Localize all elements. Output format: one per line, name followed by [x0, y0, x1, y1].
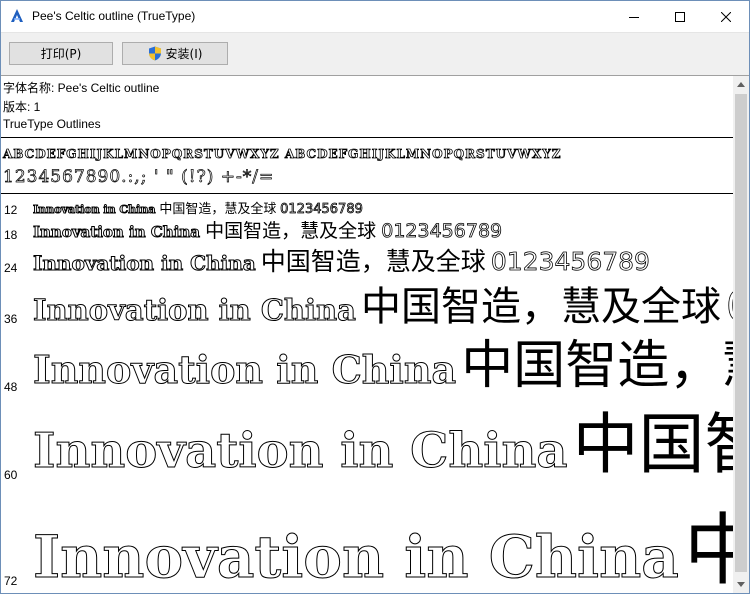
sample-digits: 0123456789 — [490, 247, 651, 276]
sample-row: 12 Innovation in China 中国智造，慧及全球 0123456… — [1, 200, 733, 220]
font-viewer-window: Pee's Celtic outline (TrueType) 打印(P) 安装… — [0, 0, 750, 594]
close-icon — [721, 11, 731, 22]
sample-size-label: 60 — [4, 468, 18, 482]
sample-size-label: 48 — [4, 380, 18, 394]
divider — [1, 193, 733, 194]
sample-text: Innovation in China 中国智造，慧及全球 0123456789 — [32, 340, 733, 392]
sample-row: 48 Innovation in China 中国智造，慧及全球 0123456… — [1, 334, 733, 404]
print-button-label: 打印(P) — [40, 47, 82, 61]
sample-text: Innovation in China 中国智造，慧及全球 0123456789 — [33, 247, 651, 276]
sample-latin: Innovation in China — [32, 223, 201, 241]
sample-size-label: 12 — [4, 203, 18, 217]
divider — [1, 137, 733, 138]
uac-shield-icon — [148, 46, 161, 61]
font-preview-area: 字体名称: Pee's Celtic outline 版本: 1 TrueTyp… — [1, 76, 733, 595]
vertical-scrollbar[interactable] — [733, 76, 749, 593]
sample-cjk: 中国智造，慧及全球 — [683, 506, 733, 595]
sample-text: Innovation in China 中国智造，慧及全球 0123456789 — [33, 284, 733, 330]
chevron-up-icon — [737, 82, 745, 87]
charset-digits: 1234567890.:,; ' " (!?) +-*/= — [3, 167, 275, 188]
scroll-up-button[interactable] — [733, 76, 749, 93]
minimize-icon — [629, 16, 639, 18]
sample-row: 60 Innovation in China 中国智造，慧及全球 0123456… — [1, 404, 733, 492]
font-version-label: 版本: 1 — [3, 100, 41, 114]
sample-cjk: 中国智造，慧及全球 — [461, 336, 733, 396]
print-button[interactable]: 打印(P) — [9, 42, 113, 65]
sample-row: 18 Innovation in China 中国智造，慧及全球 0123456… — [1, 220, 733, 246]
sample-text: Innovation in China 中国智造，慧及全球 0123456789 — [32, 202, 364, 217]
sample-text: Innovation in China 中国智造，慧及全球 0123456789 — [32, 220, 503, 242]
close-button[interactable] — [703, 1, 749, 32]
maximize-button[interactable] — [657, 1, 703, 32]
sample-digits: 0123456789 — [726, 284, 733, 330]
minimize-button[interactable] — [611, 1, 657, 32]
sample-cjk: 中国智造，慧及全球 — [260, 247, 486, 276]
chevron-down-icon — [737, 582, 745, 587]
sample-cjk: 中国智造，慧及全球 — [572, 406, 733, 483]
sample-size-label: 36 — [4, 312, 18, 326]
toolbar: 打印(P) 安装(I) — [1, 32, 749, 76]
sample-cjk: 中国智造，慧及全球 — [361, 284, 722, 330]
sample-size-label: 18 — [4, 228, 18, 242]
sample-latin: Innovation in China — [32, 347, 457, 392]
sample-cjk: 中国智造，慧及全球 — [205, 220, 377, 242]
install-button[interactable]: 安装(I) — [122, 42, 228, 65]
install-button-label: 安装(I) — [165, 47, 203, 61]
sample-text: Innovation in China 中国智造，慧及全球 0123456789 — [32, 412, 733, 479]
sample-size-label: 72 — [4, 574, 18, 588]
font-type-label: TrueType Outlines — [3, 117, 101, 131]
scroll-down-button[interactable] — [733, 576, 749, 593]
sample-latin: Innovation in China — [32, 203, 156, 216]
font-file-icon — [11, 9, 23, 22]
sample-digits: 0123456789 — [381, 220, 503, 242]
charset-alphabet: ABCDEFGHIJKLMNOPQRSTUVWXYZ ABCDEFGHIJKLM… — [3, 147, 562, 162]
scrollbar-thumb[interactable] — [735, 94, 747, 572]
sample-latin: Innovation in China — [32, 423, 568, 479]
sample-cjk: 中国智造，慧及全球 — [159, 202, 277, 217]
sample-row: 36 Innovation in China 中国智造，慧及全球 0123456… — [1, 282, 733, 334]
font-name-label: 字体名称: Pee's Celtic outline — [3, 81, 160, 95]
window-title: Pee's Celtic outline (TrueType) — [32, 9, 196, 23]
sample-latin: Innovation in China — [33, 293, 357, 327]
sample-text: Innovation in China 中国智造，慧及全球 0123456789 — [33, 512, 733, 590]
sample-row: 24 Innovation in China 中国智造，慧及全球 0123456… — [1, 246, 733, 282]
sample-latin: Innovation in China — [33, 523, 680, 591]
sample-latin: Innovation in China — [33, 251, 257, 275]
title-bar: Pee's Celtic outline (TrueType) — [1, 1, 749, 32]
sample-size-label: 24 — [4, 261, 18, 275]
sample-row: 72 Innovation in China 中国智造，慧及全球 0123456… — [1, 492, 733, 595]
sample-digits: 0123456789 — [280, 202, 364, 217]
maximize-icon — [675, 11, 685, 22]
